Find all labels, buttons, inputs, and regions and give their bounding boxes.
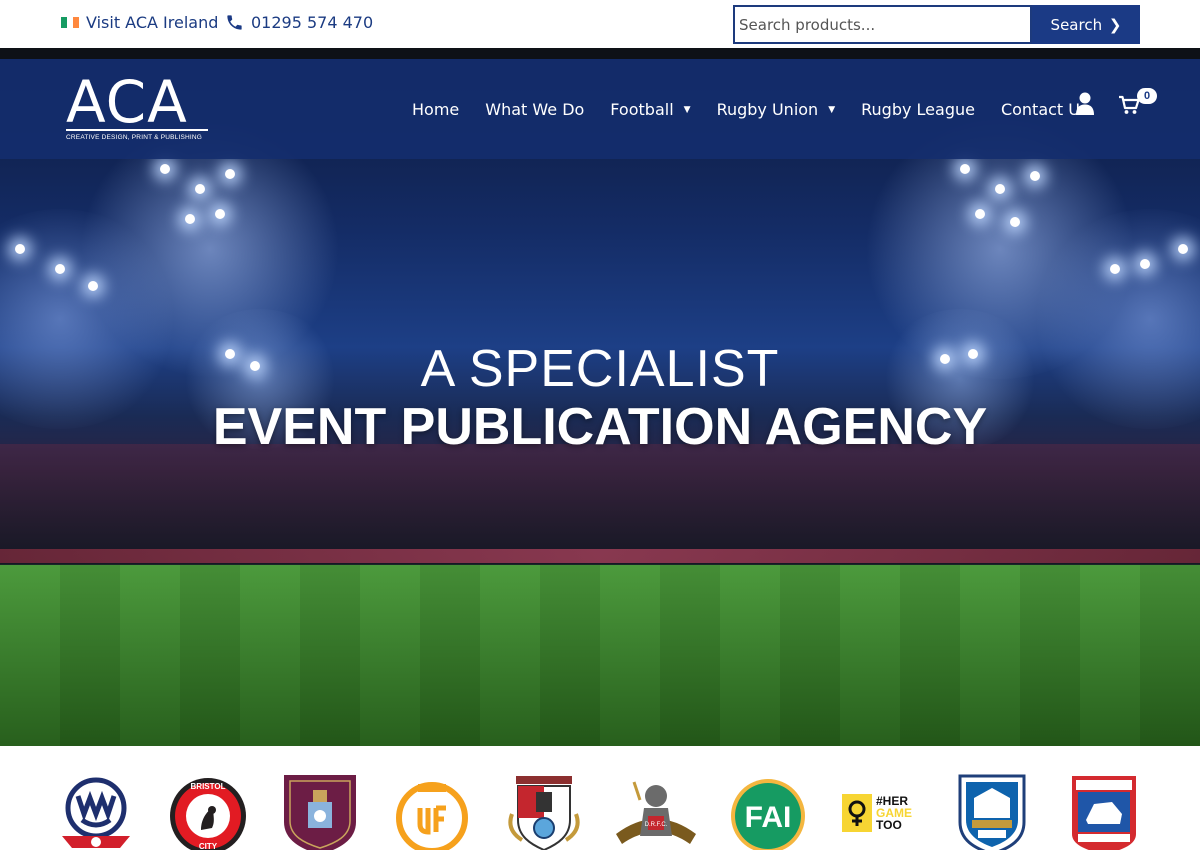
bristol-text-top: BRISTOL bbox=[191, 782, 226, 791]
nav-item-label: Home bbox=[412, 100, 460, 119]
hero-headline: A SPECIALIST EVENT PUBLICATION AGENCY bbox=[0, 341, 1200, 457]
nav-item-home[interactable]: Home bbox=[412, 100, 459, 119]
caret-down-icon: ▼ bbox=[828, 104, 836, 115]
doncaster-rovers-logo[interactable]: D.R.F.C. bbox=[616, 774, 696, 850]
cart-count-badge: 0 bbox=[1137, 88, 1157, 104]
logo-tagline: CREATIVE DESIGN, PRINT & PUBLISHING bbox=[66, 134, 203, 141]
nav-item-label: Rugby Union bbox=[716, 100, 819, 119]
bristol-city-crest-icon: BRISTOL CITY bbox=[170, 778, 246, 850]
phone-link[interactable]: 01295 574 470 bbox=[225, 13, 373, 32]
floodlight bbox=[1030, 171, 1040, 181]
nav-item-rugby-league[interactable]: Rugby League bbox=[861, 100, 975, 119]
nav-item-rugby-union[interactable]: Rugby Union ▼ bbox=[717, 100, 836, 119]
nav-menu: Home What We Do Football ▼ Rugby Union ▼ R… bbox=[412, 100, 1114, 119]
chevron-right-icon: ❯ bbox=[1108, 15, 1122, 34]
floodlight bbox=[1110, 264, 1120, 274]
floodlight bbox=[975, 209, 985, 219]
floodlight bbox=[15, 244, 25, 254]
cufc-crest-icon bbox=[396, 782, 468, 850]
floodlight bbox=[1178, 244, 1188, 254]
ireland-link-label: Visit ACA Ireland bbox=[86, 13, 219, 32]
product-search: Search ❯ bbox=[733, 5, 1140, 44]
club-logos-strip: BRISTOL CITY D.R.F.C. FAI #HER GAME TOO bbox=[0, 746, 1200, 850]
phone-icon bbox=[227, 15, 242, 30]
nav-item-what-we-do[interactable]: What We Do bbox=[485, 100, 584, 119]
logo-wordmark: ACA bbox=[66, 68, 188, 136]
burnley-crest-icon bbox=[284, 775, 356, 850]
search-button-label: Search bbox=[1050, 15, 1103, 34]
phone-number: 01295 574 470 bbox=[251, 13, 374, 32]
ipswich-town-logo[interactable] bbox=[1064, 774, 1144, 850]
floodlight bbox=[215, 209, 225, 219]
caret-down-icon: ▼ bbox=[683, 104, 691, 115]
bristol-text-bottom: CITY bbox=[199, 842, 218, 850]
nav-item-label: Football bbox=[610, 100, 674, 119]
floodlight bbox=[225, 169, 235, 179]
bolton-wanderers-logo[interactable] bbox=[56, 774, 136, 850]
visit-aca-ireland-link[interactable]: Visit ACA Ireland bbox=[61, 13, 218, 32]
her-game-too-icon: #HER GAME TOO bbox=[842, 794, 912, 832]
coventry-city-logo[interactable] bbox=[504, 774, 584, 850]
hero-banner: ACA CREATIVE DESIGN, PRINT & PUBLISHING … bbox=[0, 59, 1200, 746]
fai-logo[interactable]: FAI bbox=[728, 774, 808, 850]
floodlight bbox=[1140, 259, 1150, 269]
huddersfield-town-logo[interactable] bbox=[952, 774, 1032, 850]
advertising-band bbox=[0, 549, 1200, 563]
main-navigation: ACA CREATIVE DESIGN, PRINT & PUBLISHING … bbox=[0, 59, 1200, 159]
header-divider bbox=[0, 48, 1200, 59]
coventry-crest-icon bbox=[508, 776, 580, 850]
svg-text:D.R.F.C.: D.R.F.C. bbox=[645, 822, 668, 828]
nav-item-football[interactable]: Football ▼ bbox=[610, 100, 690, 119]
hero-headline-line2: EVENT PUBLICATION AGENCY bbox=[212, 398, 988, 456]
search-button[interactable]: Search ❯ bbox=[1032, 5, 1140, 44]
user-account-icon[interactable] bbox=[1075, 92, 1095, 116]
pitch-shading bbox=[0, 565, 1200, 746]
search-input[interactable] bbox=[733, 5, 1032, 44]
floodlight bbox=[88, 281, 98, 291]
floodlight bbox=[995, 184, 1005, 194]
cambridge-united-logo[interactable] bbox=[392, 774, 472, 850]
floodlight bbox=[160, 164, 170, 174]
irish-flag-icon bbox=[61, 17, 79, 28]
floodlight bbox=[960, 164, 970, 174]
hero-headline-line1: A SPECIALIST bbox=[420, 340, 780, 398]
stadium-stands bbox=[0, 444, 1200, 564]
nav-item-label: What We Do bbox=[485, 100, 585, 119]
fai-crest-icon: FAI bbox=[731, 779, 805, 850]
bolton-crest-icon bbox=[62, 777, 130, 848]
top-utility-bar: Visit ACA Ireland 01295 574 470 Search ❯ bbox=[0, 0, 1200, 48]
aca-logo[interactable]: ACA CREATIVE DESIGN, PRINT & PUBLISHING bbox=[66, 71, 209, 141]
burnley-logo[interactable] bbox=[280, 774, 360, 850]
floodlight bbox=[1010, 217, 1020, 227]
ipswich-crest-icon bbox=[1072, 776, 1136, 850]
floodlight bbox=[185, 214, 195, 224]
fai-text: FAI bbox=[745, 801, 792, 834]
huddersfield-crest-icon bbox=[958, 774, 1026, 850]
floodlight bbox=[55, 264, 65, 274]
nav-item-label: Rugby League bbox=[861, 100, 975, 119]
too-text: TOO bbox=[876, 818, 902, 832]
bristol-city-logo[interactable]: BRISTOL CITY bbox=[168, 774, 248, 850]
doncaster-crest-icon: D.R.F.C. bbox=[616, 781, 696, 844]
her-game-too-logo[interactable]: #HER GAME TOO bbox=[840, 774, 920, 850]
floodlight bbox=[195, 184, 205, 194]
